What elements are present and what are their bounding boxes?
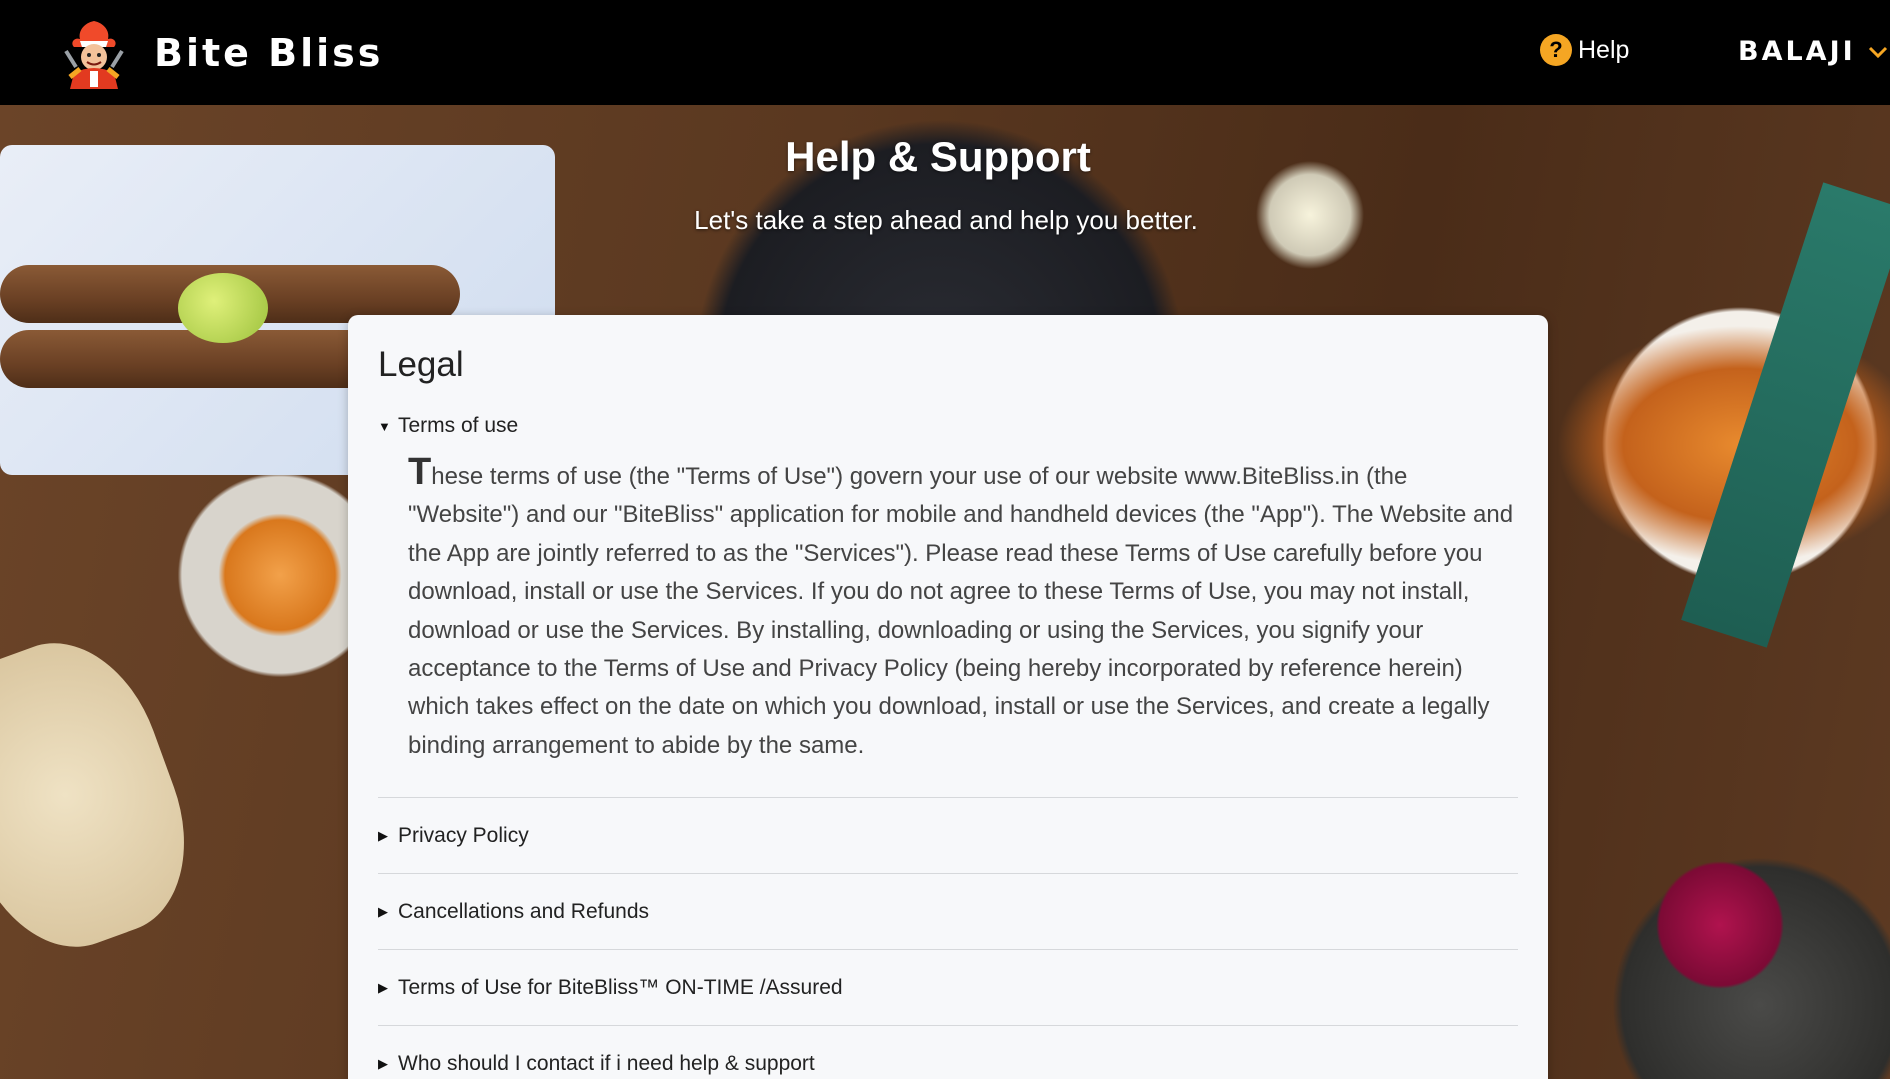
accordion-header-privacy-policy[interactable]: ▶ Privacy Policy <box>378 821 529 851</box>
decorative-napkin <box>1681 182 1890 648</box>
triangle-right-icon: ▶ <box>378 1055 388 1071</box>
triangle-right-icon: ▶ <box>378 979 388 995</box>
accordion-label: Terms of use <box>398 414 519 437</box>
page-subtitle: Let's take a step ahead and help you bet… <box>694 205 1198 235</box>
legal-title: Legal <box>378 345 464 384</box>
accordion-label: Who should I contact if i need help & su… <box>398 1051 815 1075</box>
decorative-naan <box>0 618 215 972</box>
triangle-down-icon: ▼ <box>378 418 391 434</box>
user-name: BALAJI <box>1738 36 1856 67</box>
accordion-header-cancellations-refunds[interactable]: ▶ Cancellations and Refunds <box>378 897 649 927</box>
triangle-right-icon: ▶ <box>378 903 388 919</box>
accordion-header-contact[interactable]: ▶ Who should I contact if i need help & … <box>378 1049 815 1079</box>
accordion-item-privacy-policy: ▶ Privacy Policy <box>378 798 1518 875</box>
accordion-item-ontime-assured: ▶ Terms of Use for BiteBliss™ ON-TIME /A… <box>378 950 1518 1027</box>
accordion-header-terms-of-use[interactable]: ▼ Terms of use <box>378 411 1518 441</box>
terms-body: hese terms of use (the "Terms of Use") g… <box>408 463 1514 759</box>
accordion-item-contact: ▶ Who should I contact if i need help & … <box>378 1026 1518 1079</box>
top-navigation-bar: Bite Bliss ? Help BALAJI <box>0 0 1890 105</box>
terms-of-use-text: These terms of use (the "Terms of Use") … <box>378 441 1518 797</box>
help-link[interactable]: ? Help <box>1540 34 1629 66</box>
chevron-down-icon <box>1868 46 1887 58</box>
decorative-lime <box>178 273 268 343</box>
accordion-item-cancellations-refunds: ▶ Cancellations and Refunds <box>378 874 1518 951</box>
accordion-item-terms-of-use: ▼ Terms of use These terms of use (the "… <box>378 411 1518 799</box>
drop-cap: T <box>408 451 432 493</box>
accordion-label: Cancellations and Refunds <box>398 899 649 923</box>
help-label: Help <box>1578 35 1630 64</box>
user-menu[interactable]: BALAJI <box>1738 36 1888 67</box>
page-title: Help & Support <box>785 133 1091 180</box>
triangle-right-icon: ▶ <box>378 827 388 843</box>
accordion-header-ontime-assured[interactable]: ▶ Terms of Use for BiteBliss™ ON-TIME /A… <box>378 973 843 1003</box>
accordion-label: Privacy Policy <box>398 823 529 847</box>
chef-mascot-logo <box>60 17 128 89</box>
brand-name: Bite Bliss <box>154 30 384 75</box>
accordion-label: Terms of Use for BiteBliss™ ON-TIME /Ass… <box>398 975 843 999</box>
legal-card: Legal ▼ Terms of use These terms of use … <box>348 315 1548 1079</box>
brand[interactable]: Bite Bliss <box>60 17 383 89</box>
question-circle-icon: ? <box>1540 34 1572 66</box>
